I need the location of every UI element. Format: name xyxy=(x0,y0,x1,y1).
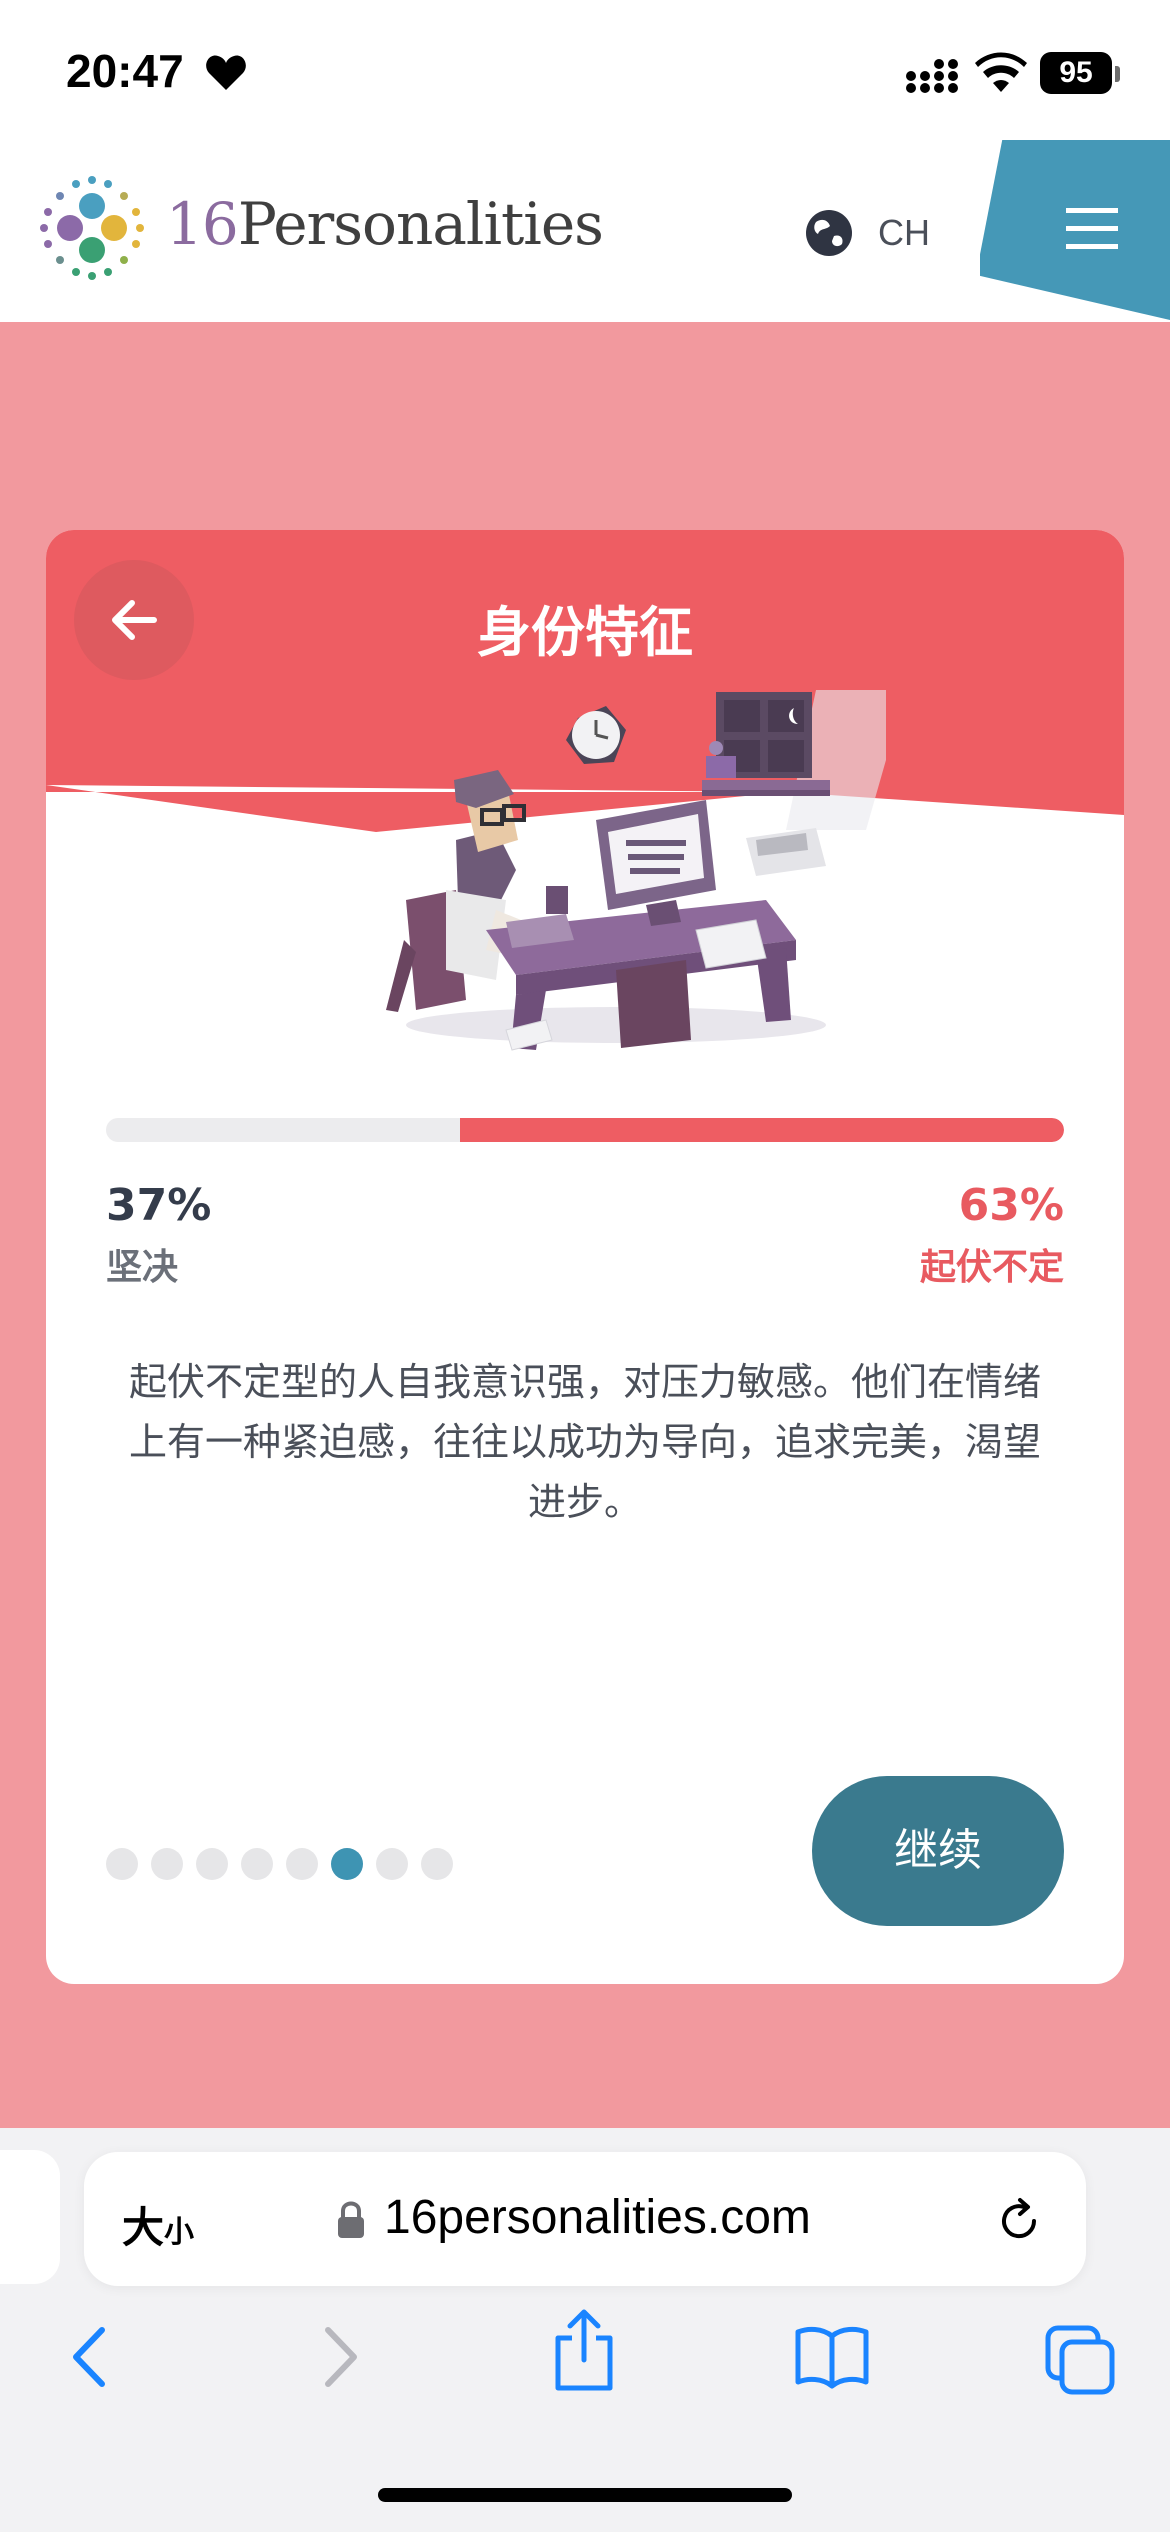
continue-button[interactable]: 继续 xyxy=(812,1776,1064,1926)
trait-progress-bar xyxy=(106,1118,1064,1142)
lock-icon xyxy=(338,2201,364,2238)
right-trait-label: 起伏不定 xyxy=(919,1247,1064,1288)
site-header: 16Personalities CH xyxy=(0,140,1170,322)
url-text[interactable]: 16personalities.com xyxy=(384,2190,811,2245)
address-bar[interactable]: 大小 16personalities.com xyxy=(84,2152,1086,2286)
trait-card: 身份特征 37% 坚决 63% 起伏不定 起伏不定型的人自我意识强，对压力敏感。… xyxy=(46,530,1124,1984)
reload-icon[interactable] xyxy=(994,2196,1044,2246)
battery-indicator: 95 xyxy=(1040,52,1112,94)
pager-dot[interactable] xyxy=(331,1848,363,1880)
pager-dot[interactable] xyxy=(151,1848,183,1880)
pager-dot[interactable] xyxy=(106,1848,138,1880)
pager-dot[interactable] xyxy=(196,1848,228,1880)
pager-dot[interactable] xyxy=(376,1848,408,1880)
card-title: 身份特征 xyxy=(477,601,693,664)
status-time: 20:47 xyxy=(66,45,184,97)
logo-word: Personalities xyxy=(237,190,604,258)
bookmarks-icon[interactable] xyxy=(794,2324,870,2390)
pager-dot[interactable] xyxy=(286,1848,318,1880)
share-icon[interactable] xyxy=(552,2308,616,2392)
pager-dot[interactable] xyxy=(241,1848,273,1880)
left-trait-percent: 37% xyxy=(106,1180,212,1231)
trait-description: 起伏不定型的人自我意识强，对压力敏感。他们在情绪上有一种紧迫感，往往以成功为导向… xyxy=(128,1360,1041,1524)
wifi-icon xyxy=(975,52,1027,92)
browser-toolbar: 大小 16personalities.com xyxy=(0,2128,1170,2532)
text-size-big: 大 xyxy=(122,2203,165,2252)
logo-number: 16 xyxy=(166,190,239,258)
previous-tab-peek[interactable] xyxy=(0,2150,60,2284)
pager-dot[interactable] xyxy=(421,1848,453,1880)
forward-nav-icon[interactable] xyxy=(318,2324,364,2390)
menu-button[interactable] xyxy=(980,140,1170,320)
language-selector[interactable]: CH xyxy=(878,212,930,254)
globe-icon[interactable] xyxy=(804,208,854,258)
left-trait-label: 坚决 xyxy=(106,1247,179,1288)
worried-person-illustration xyxy=(386,690,886,1051)
heart-icon xyxy=(206,55,246,90)
text-size-button[interactable]: 大小 xyxy=(122,2194,194,2255)
right-trait-percent: 63% xyxy=(958,1180,1064,1231)
battery-cap xyxy=(1115,66,1120,82)
progress-fill xyxy=(460,1118,1064,1142)
status-bar: 20:47 95 xyxy=(0,0,1170,140)
logo-text[interactable]: 16Personalities xyxy=(166,190,604,258)
signal-icon xyxy=(906,59,958,93)
text-size-small: 小 xyxy=(164,2215,195,2250)
pager-dots xyxy=(106,1848,506,1882)
hamburger-icon xyxy=(980,140,1170,320)
logo-icon[interactable] xyxy=(34,170,150,286)
tabs-icon[interactable] xyxy=(1044,2324,1116,2396)
back-nav-icon[interactable] xyxy=(66,2324,112,2390)
home-indicator xyxy=(378,2488,792,2502)
